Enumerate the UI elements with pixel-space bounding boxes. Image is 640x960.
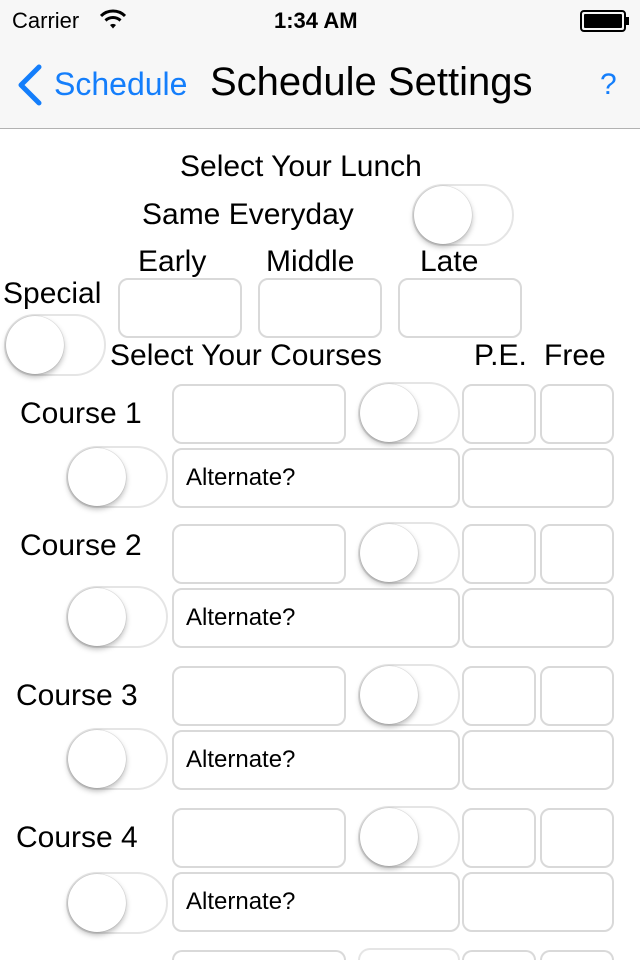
alternate-switch[interactable]: [66, 446, 168, 508]
free-input[interactable]: [540, 384, 614, 444]
carrier-label: Carrier: [12, 8, 80, 33]
special-label: Special: [3, 277, 102, 310]
free-input[interactable]: [540, 666, 614, 726]
course-switch[interactable]: [358, 806, 460, 868]
special-switch[interactable]: [4, 314, 106, 376]
alternate-extra-input[interactable]: [462, 730, 614, 790]
lunch-late-input[interactable]: [398, 278, 522, 338]
switch-knob: [68, 730, 126, 788]
course-name-input[interactable]: [172, 666, 346, 726]
alternate-input[interactable]: [172, 588, 460, 648]
pe-input[interactable]: [462, 950, 536, 960]
course-label: Course 3: [16, 679, 138, 712]
wifi-icon: [99, 8, 127, 35]
switch-knob: [68, 874, 126, 932]
alternate-extra-input[interactable]: [462, 448, 614, 508]
back-button[interactable]: Schedule: [0, 40, 205, 128]
switch-knob: [360, 384, 418, 442]
navigation-bar: Schedule Schedule Settings ?: [0, 40, 640, 129]
help-button[interactable]: ?: [600, 68, 617, 102]
pe-input[interactable]: [462, 666, 536, 726]
alternate-switch[interactable]: [66, 872, 168, 934]
course-label: Course 2: [20, 529, 142, 562]
battery-icon: [580, 10, 630, 37]
switch-knob: [414, 186, 472, 244]
alternate-input[interactable]: [172, 872, 460, 932]
switch-knob: [68, 448, 126, 506]
switch-knob: [68, 588, 126, 646]
alternate-input[interactable]: [172, 730, 460, 790]
course-switch[interactable]: [358, 948, 460, 960]
free-input[interactable]: [540, 524, 614, 584]
pe-input[interactable]: [462, 384, 536, 444]
switch-knob: [6, 316, 64, 374]
lunch-middle-input[interactable]: [258, 278, 382, 338]
same-everyday-switch[interactable]: [412, 184, 514, 246]
free-input[interactable]: [540, 950, 614, 960]
course-switch[interactable]: [358, 522, 460, 584]
alternate-extra-input[interactable]: [462, 872, 614, 932]
alternate-switch[interactable]: [66, 728, 168, 790]
course-name-input[interactable]: [172, 384, 346, 444]
status-bar: Carrier 1:34 AM: [0, 0, 640, 40]
switch-knob: [360, 524, 418, 582]
time-label: 1:34 AM: [274, 8, 358, 33]
course-name-input[interactable]: [172, 808, 346, 868]
lunch-column-late: Late: [420, 245, 479, 278]
switch-knob: [360, 666, 418, 724]
course-switch[interactable]: [358, 664, 460, 726]
free-input[interactable]: [540, 808, 614, 868]
courses-heading: Select Your Courses: [110, 339, 382, 372]
lunch-heading: Select Your Lunch: [180, 150, 422, 183]
course-label: Course 1: [20, 397, 142, 430]
course-name-input[interactable]: [172, 950, 346, 960]
chevron-left-icon: [16, 64, 44, 111]
course-switch[interactable]: [358, 382, 460, 444]
pe-input[interactable]: [462, 524, 536, 584]
lunch-column-early: Early: [138, 245, 207, 278]
alternate-input[interactable]: [172, 448, 460, 508]
switch-knob: [360, 808, 418, 866]
alternate-switch[interactable]: [66, 586, 168, 648]
back-button-label: Schedule: [54, 66, 188, 102]
lunch-column-middle: Middle: [266, 245, 355, 278]
same-everyday-label: Same Everyday: [142, 198, 354, 231]
course-name-input[interactable]: [172, 524, 346, 584]
pe-column-label: P.E.: [474, 339, 527, 372]
page-title: Schedule Settings: [210, 60, 533, 104]
course-label: Course 4: [16, 821, 138, 854]
pe-input[interactable]: [462, 808, 536, 868]
alternate-extra-input[interactable]: [462, 588, 614, 648]
free-column-label: Free: [544, 339, 606, 372]
lunch-early-input[interactable]: [118, 278, 242, 338]
